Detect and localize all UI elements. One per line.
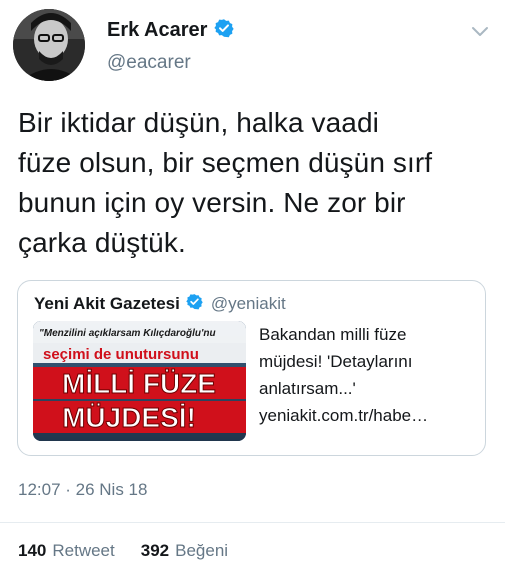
author-handle[interactable]: @eacarer [107,52,191,74]
author-name[interactable]: Erk Acarer [107,19,207,42]
retweet-count[interactable]: 140 [18,541,46,561]
thumb-line-4: MÜJDESİ! [62,402,196,433]
tweet-stats: 140 Retweet 392 Beğeni [18,541,228,561]
quoted-author-handle: @yeniakit [210,294,286,313]
divider [0,522,505,523]
quoted-author-name: Yeni Akit Gazetesi [34,294,180,313]
like-count[interactable]: 392 [141,541,169,561]
verified-badge-icon [214,18,235,43]
like-label[interactable]: Beğeni [175,541,228,561]
tweet-text: Bir iktidar düşün, halka vaadi füze olsu… [18,107,433,258]
quoted-header: Yeni Akit Gazetesi @yeniakit [34,293,286,315]
quoted-text: Bakandan milli füze müjdesi! 'Detayların… [259,325,429,425]
verified-badge-icon [186,293,203,315]
thumb-line-2: seçimi de unutursunu [43,346,199,363]
author-row: Erk Acarer [107,18,235,43]
tweet-timestamp[interactable]: 12:07 · 26 Nis 18 [18,480,147,500]
quoted-tweet-card[interactable]: Yeni Akit Gazetesi @yeniakit "Menzilini … [17,280,486,456]
retweet-label[interactable]: Retweet [52,541,114,561]
quoted-thumbnail: "Menzilini açıklarsam Kılıçdaroğlu'nu se… [33,321,246,441]
thumb-line-3: MİLLİ FÜZE [62,368,216,399]
avatar[interactable] [13,9,85,81]
chevron-down-icon[interactable] [469,20,491,42]
thumb-line-1: "Menzilini açıklarsam Kılıçdaroğlu'nu [39,328,216,339]
